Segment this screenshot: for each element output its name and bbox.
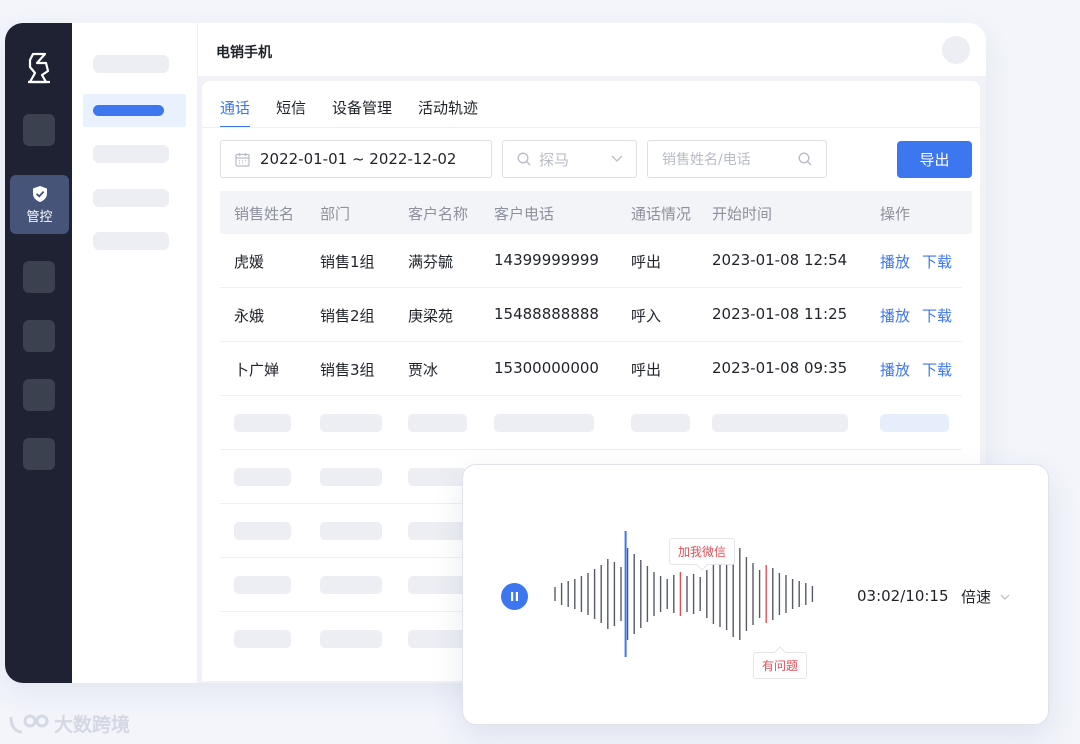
subnav-item-placeholder[interactable] xyxy=(93,189,169,207)
cell-start-time: 2023-01-08 09:35 xyxy=(712,359,848,377)
cell-start-time: 2023-01-08 12:54 xyxy=(712,251,848,269)
play-link[interactable]: 播放 xyxy=(880,251,910,272)
table-row: 永娥 销售2组 庚梁苑 15488888888 呼入 2023-01-08 11… xyxy=(220,288,962,342)
subnav-item-placeholder[interactable] xyxy=(93,232,169,250)
marker-tag-problem[interactable]: 有问题 xyxy=(753,652,808,679)
horse-logo-icon xyxy=(28,52,50,84)
sales-search-placeholder: 销售姓名/电话 xyxy=(662,152,751,168)
download-link[interactable]: 下载 xyxy=(922,251,952,272)
brand-logo-icon xyxy=(9,714,49,733)
watermark-text: 大数跨境 xyxy=(54,714,131,736)
column-header: 客户名称 xyxy=(408,205,469,223)
cell-status: 呼出 xyxy=(631,253,662,271)
tab-sms[interactable]: 短信 xyxy=(276,97,306,128)
search-icon xyxy=(517,152,531,166)
table-header: 销售姓名 部门 客户名称 客户电话 通话情况 开始时间 操作 xyxy=(220,191,972,234)
cell-customer: 庚梁苑 xyxy=(408,307,454,325)
nav-item-4[interactable] xyxy=(23,320,55,352)
cell-customer: 贾冰 xyxy=(408,361,439,379)
column-header: 通话情况 xyxy=(631,205,692,223)
chevron-down-icon xyxy=(1000,594,1010,600)
nav-item-6[interactable] xyxy=(23,438,55,470)
download-link[interactable]: 下载 xyxy=(922,359,952,380)
column-header: 销售姓名 xyxy=(234,205,295,223)
play-link[interactable]: 播放 xyxy=(880,359,910,380)
nav-item-control-label: 管控 xyxy=(26,209,53,225)
date-range-picker[interactable]: 2022-01-01 ~ 2022-12-02 xyxy=(220,140,492,178)
avatar[interactable] xyxy=(942,36,970,64)
department-select[interactable]: 探马 xyxy=(502,140,637,178)
speed-select[interactable]: 倍速 xyxy=(961,586,1011,607)
chevron-down-icon xyxy=(611,155,623,162)
shield-check-icon xyxy=(32,185,47,202)
icon-rail: 管控 xyxy=(5,23,72,683)
cell-sales: 永娥 xyxy=(234,307,265,325)
pause-button[interactable] xyxy=(501,583,528,610)
cell-start-time: 2023-01-08 11:25 xyxy=(712,305,848,323)
marker-tag-wechat[interactable]: 加我微信 xyxy=(669,538,736,565)
department-select-value: 探马 xyxy=(539,150,570,169)
subnav-item-placeholder[interactable] xyxy=(93,55,169,73)
column-header: 操作 xyxy=(880,205,911,223)
export-button[interactable]: 导出 xyxy=(897,141,972,178)
cell-sales: 虎媛 xyxy=(234,253,265,271)
cell-phone: 14399999999 xyxy=(494,251,599,269)
search-icon xyxy=(798,152,812,166)
placeholder-row xyxy=(220,396,962,450)
tab-device-management[interactable]: 设备管理 xyxy=(332,97,392,128)
sales-search-input[interactable]: 销售姓名/电话 xyxy=(647,140,827,178)
nav-item-5[interactable] xyxy=(23,379,55,411)
cell-customer: 满芬毓 xyxy=(408,253,454,271)
cell-status: 呼出 xyxy=(631,361,662,379)
column-header: 开始时间 xyxy=(712,205,773,223)
playback-time: 03:02/10:15 xyxy=(857,587,949,605)
download-link[interactable]: 下载 xyxy=(922,305,952,326)
top-bar: 电销手机 xyxy=(198,23,986,76)
column-header: 客户电话 xyxy=(494,205,555,223)
nav-item-1[interactable] xyxy=(23,114,55,146)
play-link[interactable]: 播放 xyxy=(880,305,910,326)
subnav-item-placeholder[interactable] xyxy=(93,145,169,163)
table-row: 卜广婵 销售3组 贾冰 15300000000 呼出 2023-01-08 09… xyxy=(220,342,962,396)
table-row: 虎媛 销售1组 满芬毓 14399999999 呼出 2023-01-08 12… xyxy=(220,234,962,288)
cell-dept: 销售3组 xyxy=(320,361,375,379)
tab-calls[interactable]: 通话 xyxy=(220,97,251,128)
pause-icon xyxy=(511,592,518,601)
cell-phone: 15300000000 xyxy=(494,359,599,377)
cell-dept: 销售1组 xyxy=(320,253,375,271)
page-title: 电销手机 xyxy=(216,45,272,61)
calendar-icon xyxy=(235,152,250,167)
column-header: 部门 xyxy=(320,205,351,223)
subnav-item-active[interactable] xyxy=(83,94,186,127)
secondary-nav xyxy=(72,23,198,683)
tab-activity-track[interactable]: 活动轨迹 xyxy=(418,97,478,128)
audio-player: 加我微信 有问题 03:02/10:15 倍速 xyxy=(462,464,1049,725)
nav-item-control[interactable]: 管控 xyxy=(10,175,69,234)
tab-bar: 通话 短信 设备管理 活动轨迹 xyxy=(220,97,504,128)
watermark: 大数跨境 xyxy=(8,710,130,737)
date-range-value: 2022-01-01 ~ 2022-12-02 xyxy=(260,150,457,168)
tab-divider xyxy=(202,127,980,128)
cell-status: 呼入 xyxy=(631,307,662,325)
cell-sales: 卜广婵 xyxy=(234,361,280,379)
nav-item-3[interactable] xyxy=(23,261,55,293)
cell-phone: 15488888888 xyxy=(494,305,599,323)
cell-dept: 销售2组 xyxy=(320,307,375,325)
speed-label: 倍速 xyxy=(961,588,992,606)
